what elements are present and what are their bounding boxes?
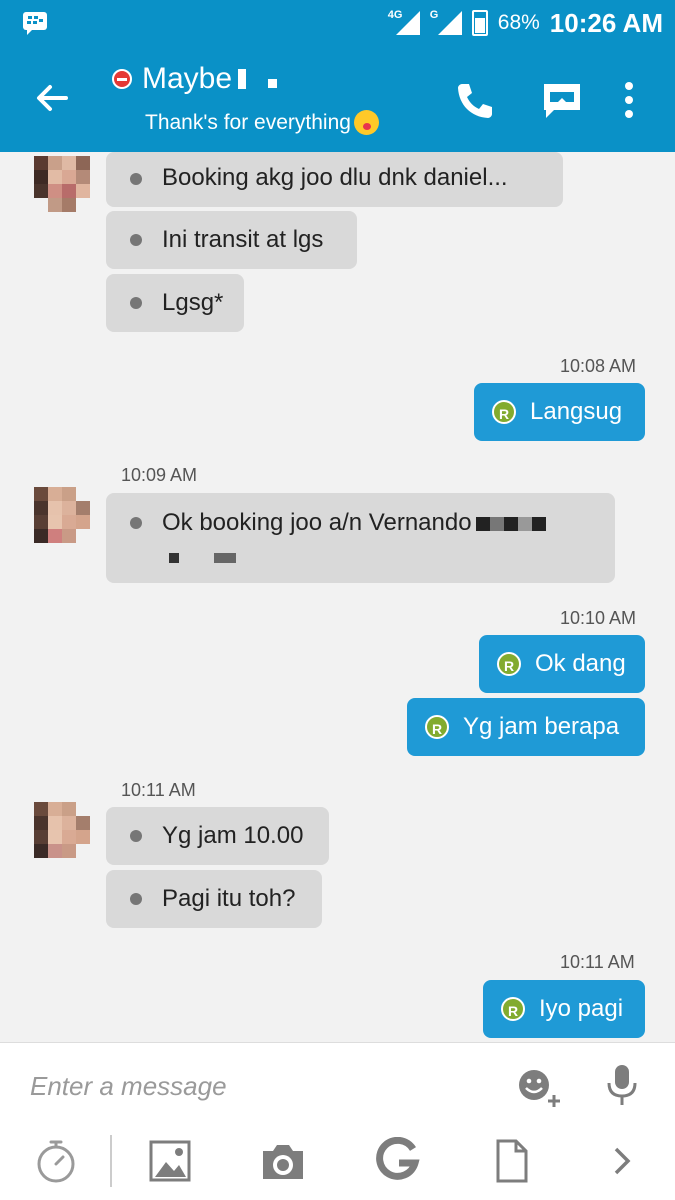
- phone-icon[interactable]: [452, 78, 496, 122]
- status-message: Thank's for everything: [145, 110, 351, 134]
- message-text: Lgsg*: [162, 289, 224, 316]
- busy-status-icon: [112, 69, 132, 89]
- timestamp: 10:10 AM: [560, 608, 637, 628]
- more-vert-icon[interactable]: [607, 78, 651, 122]
- message-input[interactable]: Enter a message: [30, 1071, 227, 1102]
- contact-status: Thank's for everything: [145, 110, 379, 135]
- timestamp: 10:11 AM: [121, 780, 196, 800]
- avatar[interactable]: [34, 156, 90, 212]
- message-text: Langsug: [530, 398, 623, 425]
- clock: 10:26 AM: [549, 7, 663, 38]
- received-message[interactable]: Yg jam 10.00: [106, 807, 329, 865]
- message-list[interactable]: Booking akg joo dlu dnk daniel... Ini tr…: [0, 152, 675, 1042]
- received-message[interactable]: Ini transit at lgs: [106, 211, 357, 269]
- sent-message[interactable]: R Yg jam berapa: [407, 698, 645, 756]
- message-text: Yg jam berapa: [463, 713, 620, 740]
- toolbar-divider: [110, 1135, 112, 1187]
- camera-icon[interactable]: [259, 1137, 307, 1185]
- received-message[interactable]: Lgsg*: [106, 274, 244, 332]
- message-text: Iyo pagi: [539, 995, 624, 1022]
- avatar[interactable]: [34, 487, 90, 543]
- bullet-icon: [130, 173, 142, 185]
- network-type-label-2: G: [429, 9, 439, 21]
- sent-message[interactable]: R Ok dang: [479, 635, 645, 693]
- sent-message[interactable]: R Iyo pagi: [483, 980, 645, 1038]
- redacted-block: [268, 78, 278, 88]
- battery-percent: 68%: [497, 11, 540, 34]
- signal-4g-icon: 4G: [387, 9, 420, 35]
- contact-name: Maybe: [142, 62, 233, 95]
- contact-title[interactable]: Maybe: [112, 62, 278, 96]
- sent-message[interactable]: R Langsug: [474, 383, 645, 441]
- read-receipt-icon: R: [492, 400, 516, 424]
- redacted-block: [169, 553, 179, 563]
- message-text: Ok booking joo a/n Vernando: [162, 509, 472, 536]
- chevron-right-icon[interactable]: [598, 1137, 646, 1185]
- network-type-label: 4G: [387, 9, 403, 21]
- read-receipt-icon: R: [497, 652, 521, 676]
- message-line: Ok booking joo a/n Vernando: [162, 509, 546, 537]
- read-receipt-icon: R: [425, 715, 449, 739]
- read-receipt-icon: R: [501, 997, 525, 1021]
- timestamp: 10:11 AM: [560, 952, 635, 972]
- received-message[interactable]: Pagi itu toh?: [106, 870, 322, 928]
- bullet-icon: [130, 297, 142, 309]
- video-chat-icon[interactable]: [540, 78, 584, 122]
- back-arrow-icon[interactable]: [32, 78, 72, 118]
- message-text: Yg jam 10.00: [162, 822, 304, 849]
- redacted-block: [214, 553, 236, 563]
- message-text: Booking akg joo dlu dnk daniel...: [162, 164, 508, 191]
- emoji-add-icon[interactable]: [514, 1063, 562, 1111]
- message-text: Ok dang: [535, 650, 626, 677]
- file-icon[interactable]: [488, 1137, 536, 1185]
- timer-icon[interactable]: [32, 1137, 80, 1185]
- bbm-icon: [23, 12, 47, 35]
- received-message[interactable]: Ok booking joo a/n Vernando: [106, 493, 615, 583]
- image-icon[interactable]: [146, 1137, 194, 1185]
- battery-icon: [471, 10, 488, 36]
- timestamp: 10:09 AM: [121, 465, 198, 485]
- bullet-icon: [130, 517, 142, 529]
- timestamp: 10:08 AM: [560, 356, 637, 376]
- composer: Enter a message: [0, 1042, 675, 1200]
- mic-icon[interactable]: [598, 1061, 646, 1109]
- bullet-icon: [130, 830, 142, 842]
- status-bar: 4G G 68% 10:26 AM: [0, 0, 675, 46]
- message-text: Pagi itu toh?: [162, 885, 296, 912]
- bullet-icon: [130, 893, 142, 905]
- message-text: Ini transit at lgs: [162, 226, 324, 253]
- redacted-text: [475, 516, 546, 531]
- received-message[interactable]: Booking akg joo dlu dnk daniel...: [106, 152, 563, 207]
- chat-header: Maybe Thank's for everything: [0, 46, 675, 152]
- kiss-emoji-icon: [353, 110, 379, 135]
- google-icon[interactable]: [373, 1137, 421, 1185]
- bullet-icon: [130, 234, 142, 246]
- redacted-block: [238, 69, 247, 89]
- avatar[interactable]: [34, 802, 90, 858]
- signal-g-icon: G: [429, 9, 462, 35]
